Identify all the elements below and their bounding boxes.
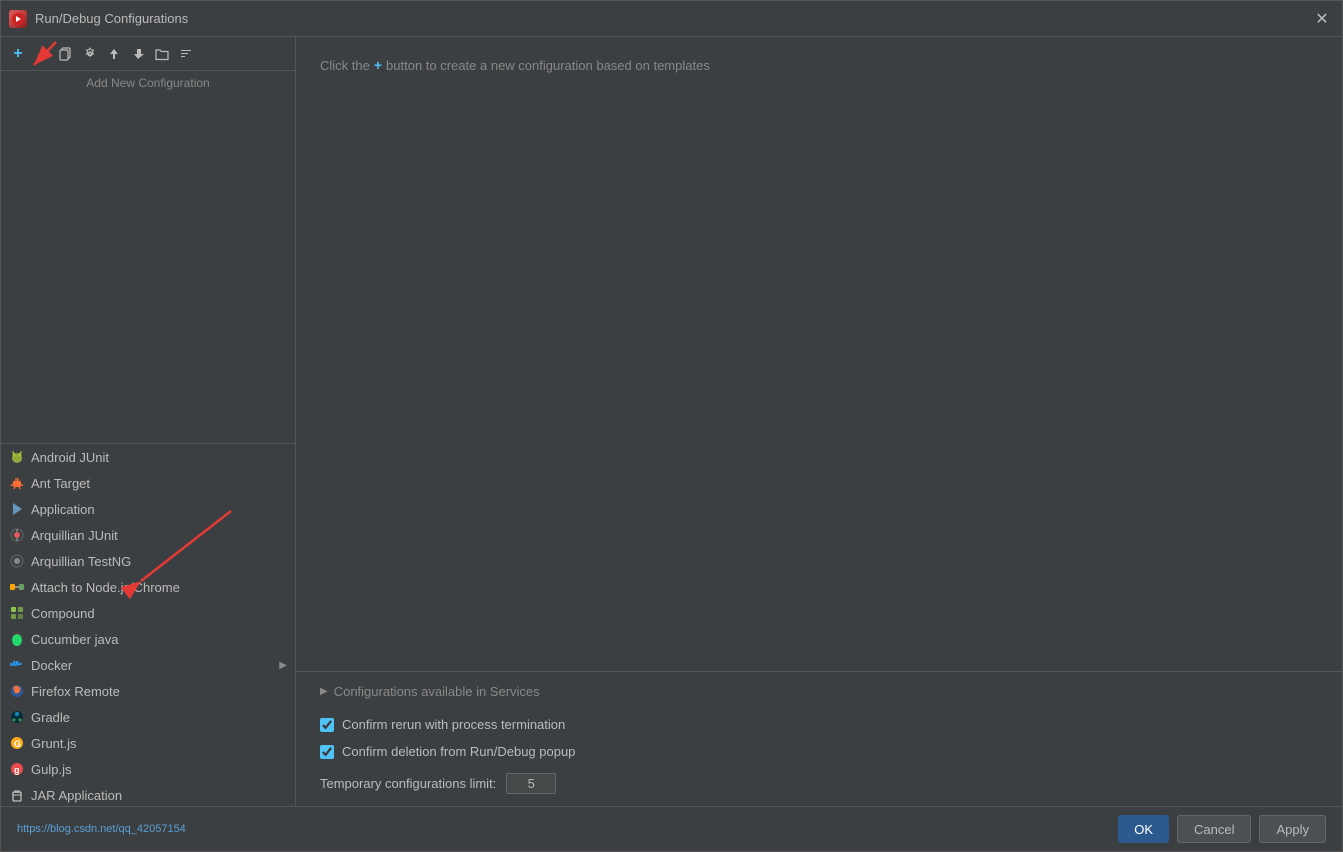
item-label-ant-target: Ant Target	[31, 476, 287, 491]
item-label-gulpjs: Gulp.js	[31, 762, 287, 777]
checkbox-deletion[interactable]	[320, 745, 334, 759]
sort-button[interactable]	[175, 43, 197, 65]
left-panel: + −	[1, 37, 296, 806]
item-label-arquillian-testng: Arquillian TestNG	[31, 554, 287, 569]
item-label-docker: Docker	[31, 658, 279, 673]
cancel-button[interactable]: Cancel	[1177, 815, 1251, 843]
item-icon-cucumber-java	[9, 631, 25, 647]
item-label-jar-application: JAR Application	[31, 788, 287, 803]
item-label-firefox-remote: Firefox Remote	[31, 684, 287, 699]
list-item-jar-application[interactable]: JAR Application	[1, 782, 295, 806]
hint-after: button to create a new configuration bas…	[386, 58, 710, 73]
item-icon-arquillian-testng	[9, 553, 25, 569]
services-arrow: ▶	[320, 686, 328, 697]
title-bar: Run/Debug Configurations ✕	[1, 1, 1342, 37]
list-item-gruntjs[interactable]: G Grunt.js	[1, 730, 295, 756]
run-debug-dialog: Run/Debug Configurations ✕ + −	[0, 0, 1343, 852]
item-icon-attach-nodejs	[9, 579, 25, 595]
item-icon-arquillian-junit	[9, 527, 25, 543]
ok-button[interactable]: OK	[1118, 815, 1169, 843]
item-label-gradle: Gradle	[31, 710, 287, 725]
apply-button[interactable]: Apply	[1259, 815, 1326, 843]
item-arrow-docker: ▶	[279, 660, 287, 671]
item-icon-gulpjs: g	[9, 761, 25, 777]
add-new-label: Add New Configuration	[1, 71, 295, 444]
svg-text:G: G	[14, 739, 21, 749]
settings-button[interactable]	[79, 43, 101, 65]
item-icon-jar-application	[9, 787, 25, 803]
list-item-application[interactable]: Application	[1, 496, 295, 522]
right-content: Click the + button to create a new confi…	[296, 37, 1342, 671]
app-icon	[9, 10, 27, 28]
item-label-arquillian-junit: Arquillian JUnit	[31, 528, 287, 543]
remove-button[interactable]: −	[31, 43, 53, 65]
list-item-arquillian-junit[interactable]: Arquillian JUnit	[1, 522, 295, 548]
content-area: + −	[1, 37, 1342, 806]
hint-text: Click the + button to create a new confi…	[320, 57, 1318, 73]
item-label-attach-nodejs: Attach to Node.js/Chrome	[31, 580, 287, 595]
list-item-cucumber-java[interactable]: Cucumber java	[1, 626, 295, 652]
temp-config-label: Temporary configurations limit:	[320, 776, 496, 791]
item-label-application: Application	[31, 502, 287, 517]
list-item-arquillian-testng[interactable]: Arquillian TestNG	[1, 548, 295, 574]
dialog-title: Run/Debug Configurations	[35, 11, 1310, 26]
list-item-firefox-remote[interactable]: Firefox Remote	[1, 678, 295, 704]
list-item-docker[interactable]: Docker▶	[1, 652, 295, 678]
toolbar: + −	[1, 37, 295, 71]
item-icon-application	[9, 501, 25, 517]
folder-button[interactable]	[151, 43, 173, 65]
item-icon-ant-target	[9, 475, 25, 491]
checkbox-rerun[interactable]	[320, 718, 334, 732]
temp-config-row: Temporary configurations limit: 5	[320, 773, 1318, 794]
item-icon-docker	[9, 657, 25, 673]
item-label-cucumber-java: Cucumber java	[31, 632, 287, 647]
checkbox-rerun-row: Confirm rerun with process termination	[320, 717, 1318, 732]
item-label-gruntjs: Grunt.js	[31, 736, 287, 751]
list-item-android-junit[interactable]: Android JUnit	[1, 444, 295, 470]
footer-link[interactable]: https://blog.csdn.net/qq_42057154	[17, 823, 186, 835]
close-button[interactable]: ✕	[1310, 7, 1334, 31]
list-item-attach-nodejs[interactable]: Attach to Node.js/Chrome	[1, 574, 295, 600]
dialog-footer: https://blog.csdn.net/qq_42057154 OK Can…	[1, 806, 1342, 851]
svg-text:g: g	[14, 765, 20, 775]
list-item-ant-target[interactable]: Ant Target	[1, 470, 295, 496]
list-item-gulpjs[interactable]: g Gulp.js	[1, 756, 295, 782]
item-icon-compound	[9, 605, 25, 621]
hint-before: Click the	[320, 58, 370, 73]
checkbox-rerun-label: Confirm rerun with process termination	[342, 717, 565, 732]
checkbox-deletion-label: Confirm deletion from Run/Debug popup	[342, 744, 575, 759]
hint-plus: +	[374, 57, 382, 73]
item-label-android-junit: Android JUnit	[31, 450, 287, 465]
services-label: Configurations available in Services	[334, 684, 540, 699]
checkbox-deletion-row: Confirm deletion from Run/Debug popup	[320, 744, 1318, 759]
config-list[interactable]: Android JUnit Ant Target Application Arquil…	[1, 444, 295, 806]
bottom-panel: ▶ Configurations available in Services C…	[296, 671, 1342, 806]
move-down-button[interactable]	[127, 43, 149, 65]
item-label-compound: Compound	[31, 606, 287, 621]
list-item-gradle[interactable]: Gradle	[1, 704, 295, 730]
item-icon-gruntjs: G	[9, 735, 25, 751]
item-icon-android-junit	[9, 449, 25, 465]
item-icon-gradle	[9, 709, 25, 725]
item-icon-firefox-remote	[9, 683, 25, 699]
temp-config-input[interactable]: 5	[506, 773, 556, 794]
add-button[interactable]: +	[7, 43, 29, 65]
copy-button[interactable]	[55, 43, 77, 65]
move-up-button[interactable]	[103, 43, 125, 65]
list-item-compound[interactable]: Compound	[1, 600, 295, 626]
services-row[interactable]: ▶ Configurations available in Services	[320, 684, 1318, 699]
right-panel: Click the + button to create a new confi…	[296, 37, 1342, 806]
